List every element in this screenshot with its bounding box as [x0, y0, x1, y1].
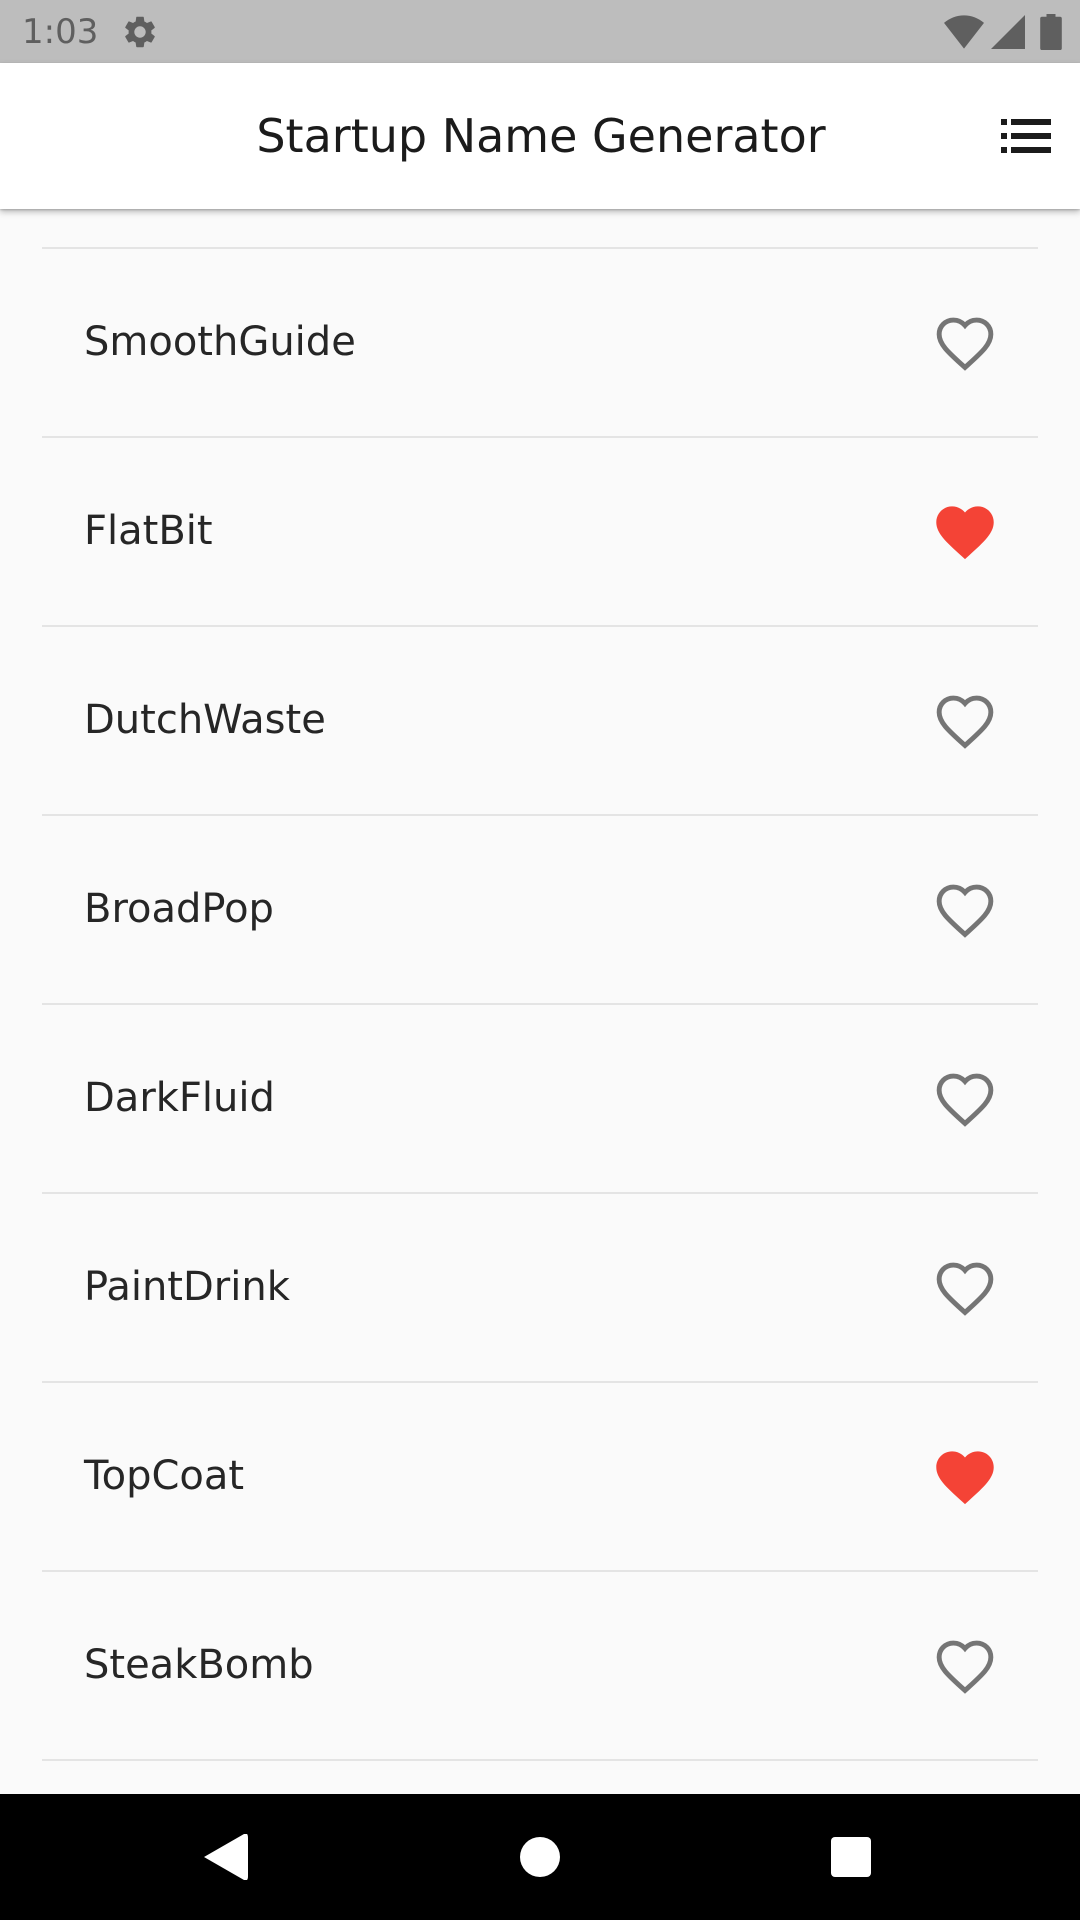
list-item[interactable]: SmoothGuide	[0, 249, 1080, 436]
startup-name-label: SteakBomb	[84, 1642, 314, 1688]
back-icon	[204, 1834, 248, 1880]
recents-icon	[831, 1837, 871, 1877]
status-icons	[944, 12, 1062, 52]
cell-signal-icon	[991, 15, 1025, 49]
list-item[interactable]: FlatBit	[0, 438, 1080, 625]
startup-name-label: DutchWaste	[84, 697, 326, 743]
home-icon	[520, 1837, 560, 1877]
page-title: Startup Name Generator	[0, 63, 1080, 209]
startup-name-label: FlatBit	[84, 508, 213, 554]
home-button[interactable]	[504, 1821, 576, 1893]
favorite-filled-icon[interactable]	[935, 1450, 995, 1506]
favorite-border-icon[interactable]	[935, 883, 995, 939]
list-divider	[42, 1759, 1038, 1761]
list-item[interactable]: BroadPop	[0, 816, 1080, 1003]
battery-icon	[1040, 14, 1062, 50]
saved-list-button[interactable]	[990, 100, 1062, 172]
startup-name-label: TopCoat	[84, 1453, 245, 1499]
favorite-border-icon[interactable]	[935, 316, 995, 372]
list-item[interactable]: DutchWaste	[0, 627, 1080, 814]
startup-name-list[interactable]: SmoothGuide FlatBit DutchWaste BroadPop Dark…	[0, 209, 1080, 1793]
status-time: 1:03	[22, 12, 99, 52]
back-button[interactable]	[190, 1821, 262, 1893]
settings-icon	[125, 16, 155, 48]
navigation-bar	[0, 1794, 1080, 1920]
list-item[interactable]: SteakBomb	[0, 1572, 1080, 1759]
recents-button[interactable]	[815, 1821, 887, 1893]
favorite-border-icon[interactable]	[935, 694, 995, 750]
favorite-border-icon[interactable]	[935, 1639, 995, 1695]
wifi-icon	[944, 15, 984, 49]
favorite-border-icon[interactable]	[935, 1072, 995, 1128]
startup-name-label: BroadPop	[84, 886, 274, 932]
startup-name-label: PaintDrink	[84, 1264, 290, 1310]
list-item[interactable]: TopCoat	[0, 1383, 1080, 1570]
page-title-text: Startup Name Generator	[256, 109, 826, 163]
list-item[interactable]: PaintDrink	[0, 1194, 1080, 1381]
startup-name-label: DarkFluid	[84, 1075, 275, 1121]
list-icon	[1001, 119, 1051, 153]
list-rows: SmoothGuide FlatBit DutchWaste BroadPop Dark…	[0, 249, 1080, 1761]
favorite-border-icon[interactable]	[935, 1261, 995, 1317]
startup-name-label: SmoothGuide	[84, 319, 356, 365]
app-bar: Startup Name Generator	[0, 63, 1080, 209]
favorite-filled-icon[interactable]	[935, 505, 995, 561]
status-bar: 1:03	[0, 0, 1080, 63]
list-item[interactable]: DarkFluid	[0, 1005, 1080, 1192]
